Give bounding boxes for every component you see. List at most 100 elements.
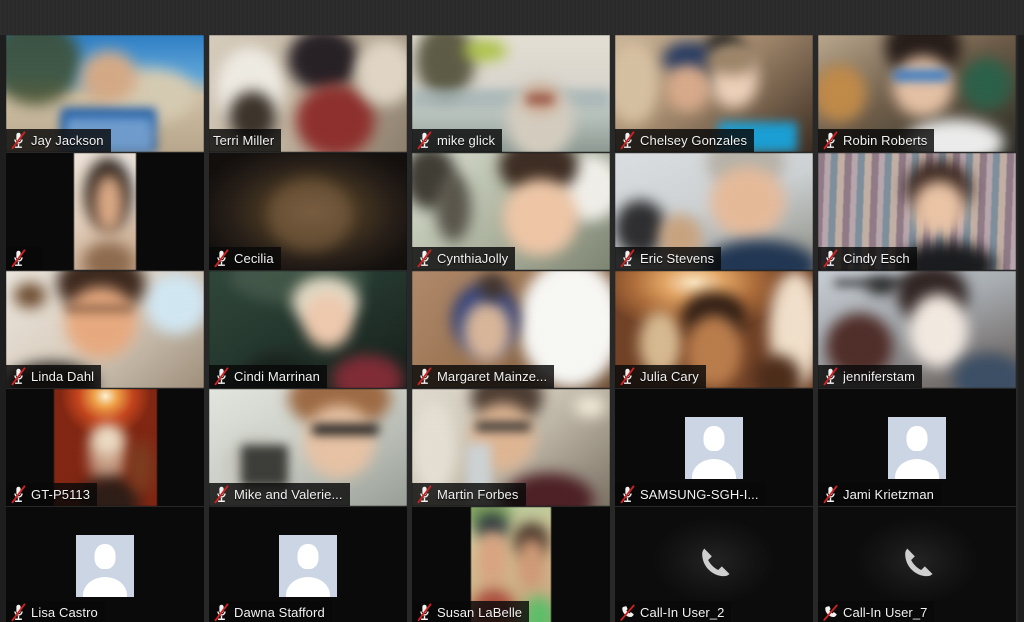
participant-tile[interactable]: Dawna Stafford xyxy=(209,507,407,622)
participant-grid: Jay Jackson Terri Miller mike glick Chels… xyxy=(6,35,1018,622)
muted-microphone-icon[interactable] xyxy=(416,485,433,504)
video-detail xyxy=(144,273,204,335)
muted-microphone-icon[interactable] xyxy=(416,249,433,268)
participant-tile[interactable]: GT-P5113 xyxy=(6,389,204,506)
video-detail xyxy=(818,65,866,122)
muted-microphone-icon[interactable] xyxy=(10,485,27,504)
participant-tile[interactable]: Julia Cary xyxy=(615,271,813,388)
participant-name-label: Mike and Valerie... xyxy=(234,487,343,502)
participant-name-badge: Cecilia xyxy=(209,247,281,270)
video-detail xyxy=(6,35,82,106)
participant-tile[interactable]: Jami Krietzman xyxy=(818,389,1016,506)
participant-tile[interactable]: Lisa Castro xyxy=(6,507,204,622)
participant-name-badge: Call-In User_7 xyxy=(818,601,935,622)
participant-tile[interactable]: mike glick xyxy=(412,35,610,152)
video-detail xyxy=(304,294,352,349)
video-detail xyxy=(81,51,137,103)
participant-tile[interactable]: Call-In User_7 xyxy=(818,507,1016,622)
participant-tile[interactable]: Martin Forbes xyxy=(412,389,610,506)
muted-microphone-icon[interactable] xyxy=(213,249,230,268)
muted-microphone-icon[interactable] xyxy=(822,249,839,268)
participant-name-label: Cindi Marrinan xyxy=(234,369,320,384)
participant-tile[interactable]: Cecilia xyxy=(209,153,407,270)
participant-name-label: Eric Stevens xyxy=(640,251,715,266)
participant-name-badge: Jay Jackson xyxy=(6,129,111,152)
participant-name-badge: Jami Krietzman xyxy=(818,483,941,506)
video-detail xyxy=(463,39,508,61)
muted-microphone-icon[interactable] xyxy=(10,249,27,268)
participant-name-badge: Robin Roberts xyxy=(818,129,935,152)
participant-name-label: Julia Cary xyxy=(640,369,699,384)
avatar-body xyxy=(692,458,736,479)
participant-tile[interactable]: Mike and Valerie... xyxy=(209,389,407,506)
muted-microphone-icon[interactable] xyxy=(619,485,636,504)
muted-microphone-icon[interactable] xyxy=(416,603,433,622)
muted-microphone-icon[interactable] xyxy=(10,367,27,386)
participant-tile[interactable]: Call-In User_2 xyxy=(615,507,813,622)
muted-microphone-icon[interactable] xyxy=(416,367,433,386)
participant-tile[interactable] xyxy=(6,153,204,270)
muted-microphone-icon[interactable] xyxy=(213,485,230,504)
participant-name-badge: SAMSUNG-SGH-I... xyxy=(615,483,766,506)
muted-phone-icon[interactable] xyxy=(822,603,839,622)
participant-tile[interactable]: Chelsey Gonzales xyxy=(615,35,813,152)
participant-name-badge: Lisa Castro xyxy=(6,601,105,622)
participant-tile[interactable]: Linda Dahl xyxy=(6,271,204,388)
muted-phone-icon[interactable] xyxy=(619,603,636,622)
participant-name-label: Lisa Castro xyxy=(31,605,98,620)
participant-name-label: Chelsey Gonzales xyxy=(640,133,748,148)
participant-name-badge: Margaret Mainze... xyxy=(412,365,555,388)
window-top-bar xyxy=(0,0,1024,35)
muted-microphone-icon[interactable] xyxy=(10,603,27,622)
participant-tile[interactable]: Susan LaBelle xyxy=(412,507,610,622)
participant-tile[interactable]: Robin Roberts xyxy=(818,35,1016,152)
participant-tile[interactable]: Cindy Esch xyxy=(818,153,1016,270)
default-avatar-icon xyxy=(685,416,743,479)
participant-tile[interactable]: Cindi Marrinan xyxy=(209,271,407,388)
participant-tile[interactable]: jenniferstam xyxy=(818,271,1016,388)
participant-name-badge: Mike and Valerie... xyxy=(209,483,350,506)
muted-microphone-icon[interactable] xyxy=(619,367,636,386)
phone-handset-icon xyxy=(694,543,734,583)
muted-microphone-icon[interactable] xyxy=(213,367,230,386)
participant-tile[interactable]: Jay Jackson xyxy=(6,35,204,152)
participant-name-label: Martin Forbes xyxy=(437,487,519,502)
avatar-head xyxy=(703,425,725,451)
muted-microphone-icon[interactable] xyxy=(416,131,433,150)
participant-name-label: Jami Krietzman xyxy=(843,487,934,502)
default-avatar-icon xyxy=(76,534,134,597)
participant-name-label: GT-P5113 xyxy=(31,487,91,502)
participant-name-badge xyxy=(6,247,43,270)
video-detail xyxy=(13,282,46,309)
video-detail xyxy=(288,35,360,92)
muted-microphone-icon[interactable] xyxy=(822,131,839,150)
default-avatar-icon xyxy=(279,534,337,597)
participant-tile[interactable]: Margaret Mainze... xyxy=(412,271,610,388)
participant-tile[interactable]: Eric Stevens xyxy=(615,153,813,270)
participant-name-label: Robin Roberts xyxy=(843,133,928,148)
muted-microphone-icon[interactable] xyxy=(213,603,230,622)
video-detail xyxy=(65,287,137,358)
participant-name-badge: Chelsey Gonzales xyxy=(615,129,755,152)
muted-microphone-icon[interactable] xyxy=(619,131,636,150)
muted-microphone-icon[interactable] xyxy=(619,249,636,268)
video-detail xyxy=(666,65,711,113)
participant-name-badge: Cindi Marrinan xyxy=(209,365,327,388)
muted-microphone-icon[interactable] xyxy=(10,131,27,150)
video-detail xyxy=(412,400,456,495)
participant-name-badge: mike glick xyxy=(412,129,503,152)
gallery-right-margin xyxy=(1018,35,1024,622)
participant-name-badge: GT-P5113 xyxy=(6,483,98,506)
participant-tile[interactable]: Terri Miller xyxy=(209,35,407,152)
participant-name-label: Linda Dahl xyxy=(31,369,95,384)
muted-microphone-icon[interactable] xyxy=(822,485,839,504)
participant-name-badge: jenniferstam xyxy=(818,365,923,388)
video-detail xyxy=(960,58,1013,110)
participant-tile[interactable]: CynthiaJolly xyxy=(412,153,610,270)
video-detail xyxy=(435,174,472,242)
participant-tile[interactable]: SAMSUNG-SGH-I... xyxy=(615,389,813,506)
muted-microphone-icon[interactable] xyxy=(822,367,839,386)
video-detail xyxy=(710,167,786,238)
video-detail xyxy=(304,405,376,478)
participant-name-badge: CynthiaJolly xyxy=(412,247,516,270)
